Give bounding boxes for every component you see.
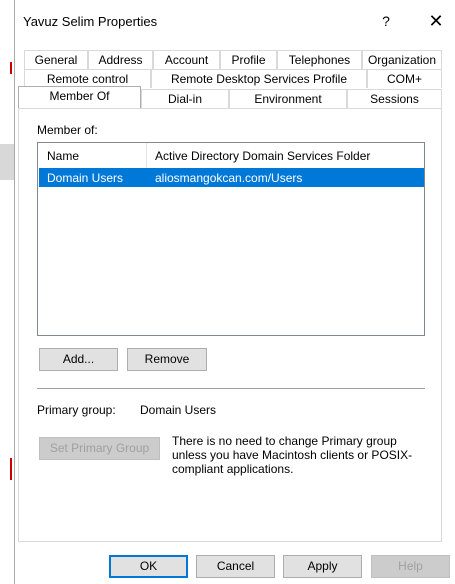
tab-environment[interactable]: Environment (229, 89, 347, 108)
background-red-mark (10, 458, 12, 480)
tab-strip: General Address Account Profile Telephon… (0, 0, 455, 120)
primary-group-value: Domain Users (140, 403, 217, 417)
tab-remote-desktop-services-profile[interactable]: Remote Desktop Services Profile (151, 69, 367, 88)
tab-label: Profile (231, 53, 266, 67)
list-header: Name Active Directory Domain Services Fo… (38, 143, 424, 168)
tab-label: Telephones (288, 53, 351, 67)
apply-button[interactable]: Apply (283, 555, 362, 578)
tab-label: Organization (367, 53, 437, 67)
tab-label: Member Of (49, 89, 110, 103)
tab-profile[interactable]: Profile (220, 50, 277, 69)
member-of-list[interactable]: Name Active Directory Domain Services Fo… (37, 142, 425, 336)
tab-sessions[interactable]: Sessions (347, 89, 442, 108)
list-item[interactable]: Domain Users aliosmangokcan.com/Users (39, 168, 424, 187)
tab-label: Remote Desktop Services Profile (170, 72, 348, 86)
tab-general[interactable]: General (24, 50, 88, 69)
tab-address[interactable]: Address (88, 50, 153, 69)
member-of-label: Member of: (37, 123, 98, 137)
tab-label: Environment (254, 92, 322, 106)
column-header-folder[interactable]: Active Directory Domain Services Folder (155, 149, 370, 163)
tab-label: General (34, 53, 78, 67)
remove-button[interactable]: Remove (127, 348, 207, 371)
tab-label: Sessions (370, 92, 419, 106)
help-button[interactable]: Help (371, 555, 450, 578)
ok-button[interactable]: OK (109, 555, 188, 578)
tab-label: Dial-in (167, 92, 202, 106)
column-divider[interactable] (146, 143, 147, 168)
primary-group-note: There is no need to change Primary group… (172, 434, 413, 476)
tab-organization[interactable]: Organization (362, 50, 442, 69)
cancel-button[interactable]: Cancel (196, 555, 275, 578)
separator (37, 388, 425, 389)
group-folder: aliosmangokcan.com/Users (155, 171, 303, 185)
tab-label: COM+ (386, 72, 422, 86)
tab-member-of[interactable]: Member Of (18, 86, 141, 108)
set-primary-group-button[interactable]: Set Primary Group (39, 437, 160, 460)
tab-label: Remote control (46, 72, 129, 86)
primary-group-label: Primary group: (37, 403, 116, 417)
column-header-name[interactable]: Name (47, 149, 79, 163)
tab-com-plus[interactable]: COM+ (367, 69, 442, 88)
add-button[interactable]: Add... (39, 348, 118, 371)
tab-account[interactable]: Account (153, 50, 220, 69)
group-name: Domain Users (47, 171, 124, 185)
background-window-fragment (0, 144, 14, 180)
tab-dial-in[interactable]: Dial-in (141, 89, 229, 108)
tab-telephones[interactable]: Telephones (277, 50, 362, 69)
tab-label: Address (98, 53, 143, 67)
tab-label: Account (164, 53, 209, 67)
